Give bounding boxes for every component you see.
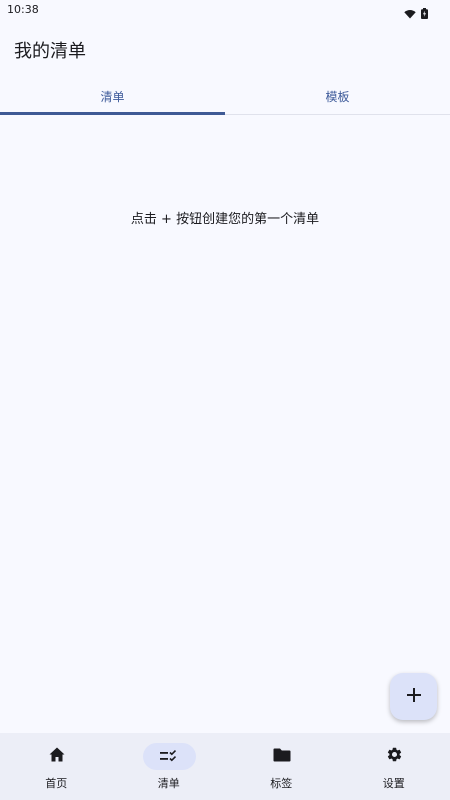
status-time: 10:38 [7, 3, 39, 16]
bottom-navigation: 首页 清单 标签 设置 [0, 733, 450, 800]
plus-icon [406, 687, 421, 706]
nav-label-home: 首页 [45, 777, 68, 790]
nav-item-tags[interactable]: 标签 [225, 733, 338, 800]
status-icons [404, 4, 428, 23]
battery-icon [421, 4, 428, 23]
gear-icon [386, 746, 403, 767]
tab-lists[interactable]: 清单 [0, 78, 225, 115]
nav-label-lists: 清单 [157, 777, 180, 790]
nav-pill-tags [255, 743, 308, 770]
nav-label-settings: 设置 [382, 777, 405, 790]
status-bar: 10:38 [0, 0, 450, 22]
checklist-icon [160, 747, 178, 766]
folder-icon [273, 747, 291, 766]
page-title: 我的清单 [14, 41, 86, 62]
tab-templates[interactable]: 模板 [225, 78, 450, 114]
add-list-button[interactable] [390, 673, 437, 720]
home-icon [49, 747, 65, 766]
tab-templates-label: 模板 [325, 89, 350, 104]
nav-item-settings[interactable]: 设置 [338, 733, 450, 800]
empty-state-message: 点击 + 按钮创建您的第一个清单 [130, 212, 320, 227]
nav-pill-lists [142, 743, 196, 770]
nav-label-tags: 标签 [270, 777, 293, 790]
tab-lists-label: 清单 [100, 89, 125, 104]
nav-pill-settings [368, 743, 421, 770]
nav-pill-home [30, 743, 83, 770]
tab-bar: 清单 模板 [0, 78, 450, 115]
wifi-icon [404, 4, 416, 23]
nav-item-lists[interactable]: 清单 [113, 733, 226, 800]
nav-item-home[interactable]: 首页 [0, 733, 113, 800]
